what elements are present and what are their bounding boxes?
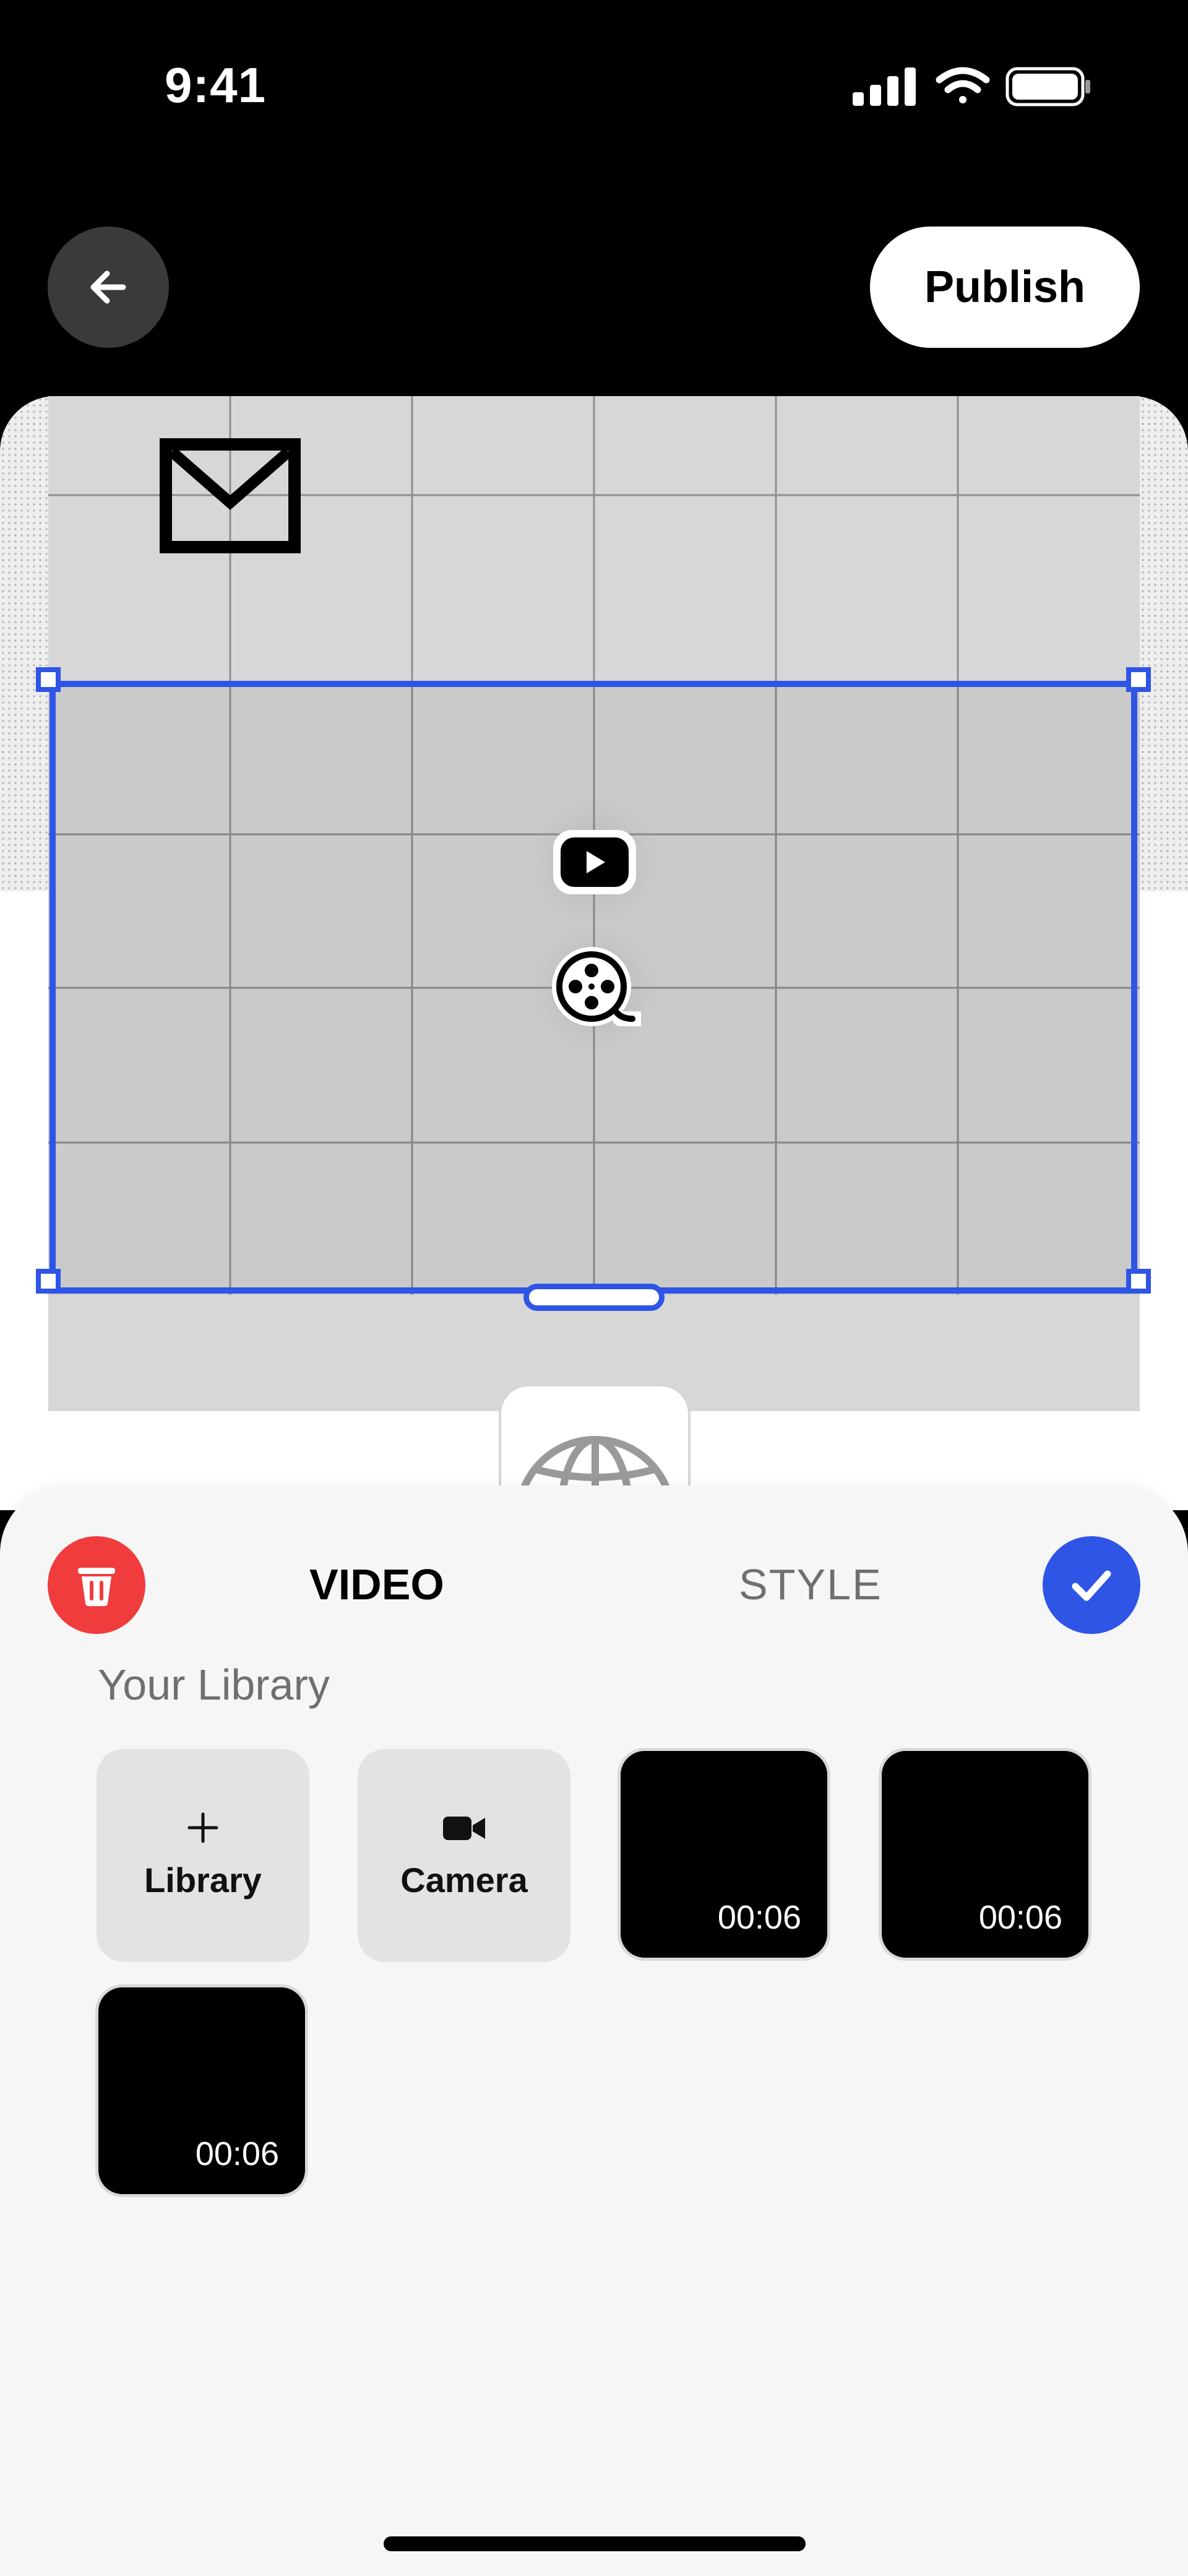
youtube-play-icon-wrapper[interactable] <box>530 797 660 927</box>
resize-handle-bottom-right[interactable] <box>1126 1269 1151 1294</box>
section-title: Your Library <box>98 1661 330 1709</box>
film-reel-icon-wrapper[interactable] <box>530 923 660 1053</box>
status-icons <box>848 65 1095 108</box>
video-camera-icon <box>443 1816 485 1840</box>
mail-icon[interactable] <box>160 438 301 553</box>
resize-handle-top-right[interactable] <box>1126 667 1151 692</box>
home-indicator <box>384 2536 806 2551</box>
video-duration: 00:06 <box>195 2135 279 2172</box>
video-duration: 00:06 <box>717 1899 801 1936</box>
tab-style[interactable]: STYLE <box>739 1560 882 1609</box>
resize-handle-bottom-left[interactable] <box>36 1269 61 1294</box>
signal-icon <box>853 67 916 106</box>
confirm-button[interactable] <box>1043 1536 1140 1634</box>
checkmark-icon <box>1072 1570 1111 1601</box>
delete-button[interactable] <box>48 1536 145 1634</box>
status-time: 9:41 <box>165 58 267 113</box>
trash-icon <box>78 1568 115 1606</box>
resize-handle-top-left[interactable] <box>36 667 61 692</box>
battery-icon <box>1005 67 1090 106</box>
video-thumbnail[interactable]: 00:06 <box>879 1748 1091 1961</box>
video-thumbnail[interactable]: 00:06 <box>618 1748 830 1961</box>
arrow-left-icon <box>90 270 126 304</box>
video-duration: 00:06 <box>978 1899 1062 1936</box>
video-thumbnail[interactable]: 00:06 <box>95 1984 308 2197</box>
plus-icon <box>187 1812 218 1843</box>
back-button[interactable] <box>48 227 169 348</box>
film-reel-icon <box>552 947 641 1026</box>
library-button[interactable]: Library <box>97 1749 309 1962</box>
resize-handle-bottom[interactable] <box>523 1284 665 1311</box>
camera-button-label: Camera <box>400 1860 528 1900</box>
tab-video[interactable]: VIDEO <box>309 1560 444 1609</box>
camera-button[interactable]: Camera <box>358 1749 570 1962</box>
wifi-icon <box>936 67 990 103</box>
youtube-play-icon <box>553 830 636 894</box>
library-button-label: Library <box>144 1860 262 1900</box>
publish-button[interactable]: Publish <box>870 227 1140 348</box>
